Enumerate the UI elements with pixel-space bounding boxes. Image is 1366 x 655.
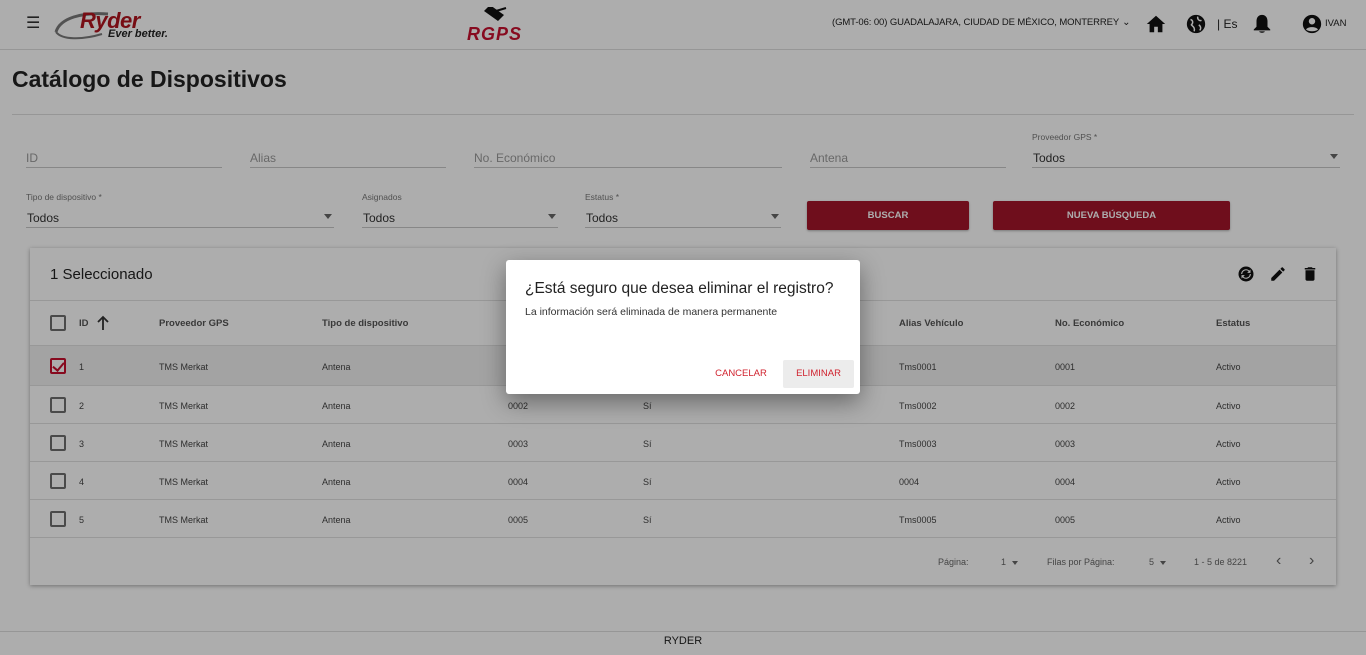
dialog-message: La información será eliminada de manera … [525,306,778,318]
delete-button[interactable]: ELIMINAR [783,360,854,388]
dialog-title: ¿Está seguro que desea eliminar el regis… [525,280,834,297]
cancel-button[interactable]: CANCELAR [706,360,776,388]
delete-confirm-dialog: ¿Está seguro que desea eliminar el regis… [506,260,860,394]
